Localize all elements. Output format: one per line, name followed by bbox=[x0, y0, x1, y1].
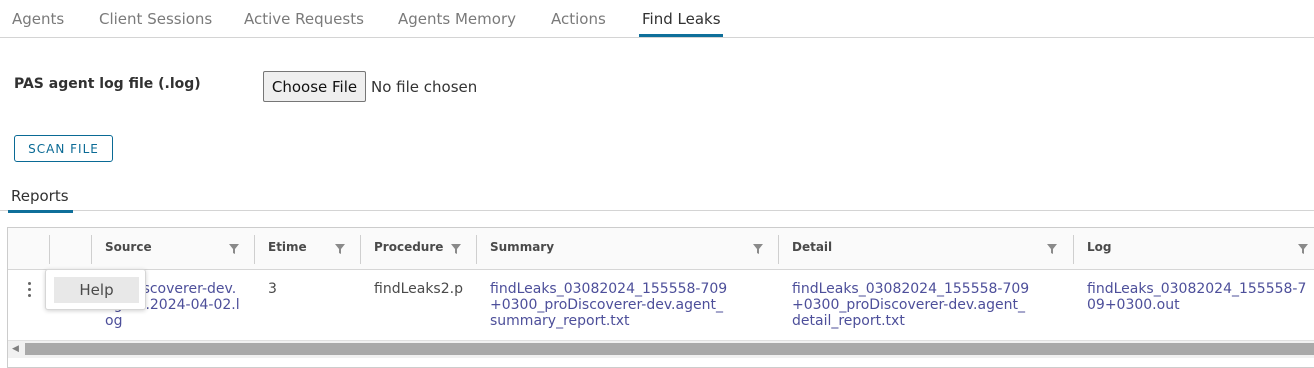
tab-reports[interactable]: Reports bbox=[11, 187, 69, 205]
tab-agents-memory[interactable]: Agents Memory bbox=[398, 10, 516, 28]
filter-icon[interactable] bbox=[753, 244, 763, 254]
filter-icon[interactable] bbox=[1298, 244, 1308, 254]
choose-file-button[interactable]: Choose File bbox=[263, 71, 366, 102]
filter-icon[interactable] bbox=[229, 244, 239, 254]
filter-icon[interactable] bbox=[451, 244, 461, 254]
reports-tabs-divider bbox=[0, 210, 1314, 211]
header-cell-summary[interactable]: Summary bbox=[476, 228, 778, 269]
tab-client-sessions[interactable]: Client Sessions bbox=[99, 10, 212, 28]
row-actions-kebab-icon[interactable] bbox=[28, 282, 32, 300]
header-cell-detail[interactable]: Detail bbox=[778, 228, 1073, 269]
tab-agents[interactable]: Agents bbox=[12, 10, 64, 28]
header-source-label: Source bbox=[105, 240, 152, 254]
horizontal-scrollbar[interactable]: ◀ bbox=[8, 340, 1314, 358]
tab-find-leaks[interactable]: Find Leaks bbox=[642, 10, 721, 28]
grid-header: Source Etime Procedure Summary Detail Lo… bbox=[8, 228, 1314, 270]
filter-icon[interactable] bbox=[335, 244, 345, 254]
log-file-label: PAS agent log file (.log) bbox=[14, 76, 201, 92]
reports-tab-indicator bbox=[8, 210, 73, 213]
header-summary-label: Summary bbox=[490, 240, 555, 254]
scroll-left-icon[interactable]: ◀ bbox=[12, 344, 19, 354]
header-cell-etime[interactable]: Etime bbox=[254, 228, 360, 269]
cell-log-link[interactable]: findLeaks_03082024_155558-709+0300.out bbox=[1087, 281, 1307, 313]
table-row: proDiscoverer-dev.agent.2024-04-02.log 3… bbox=[8, 270, 1314, 340]
header-procedure-label: Procedure bbox=[374, 240, 444, 254]
active-tab-indicator bbox=[639, 34, 723, 37]
cell-procedure: findLeaks2.p bbox=[374, 281, 463, 297]
header-cell-procedure[interactable]: Procedure bbox=[360, 228, 476, 269]
header-cell-log[interactable]: Log bbox=[1073, 228, 1314, 269]
cell-summary-link[interactable]: findLeaks_03082024_155558-709+0300_proDi… bbox=[490, 281, 730, 329]
reports-grid: Source Etime Procedure Summary Detail Lo… bbox=[7, 227, 1314, 368]
header-cell-source[interactable]: Source bbox=[91, 228, 254, 269]
scrollbar-thumb[interactable] bbox=[25, 343, 1314, 355]
header-log-label: Log bbox=[1087, 240, 1112, 254]
cell-etime: 3 bbox=[268, 281, 277, 297]
menu-item-help[interactable]: Help bbox=[54, 277, 139, 303]
cell-detail-link[interactable]: findLeaks_03082024_155558-709+0300_proDi… bbox=[792, 281, 1032, 329]
header-etime-label: Etime bbox=[268, 240, 307, 254]
row-actions-menu: Help bbox=[45, 269, 146, 310]
main-tabs: Agents Client Sessions Active Requests A… bbox=[0, 0, 1314, 38]
tab-actions[interactable]: Actions bbox=[551, 10, 606, 28]
header-detail-label: Detail bbox=[792, 240, 833, 254]
scan-file-button[interactable]: SCAN FILE bbox=[14, 135, 113, 162]
file-status-text: No file chosen bbox=[371, 78, 478, 96]
header-cell-actions bbox=[49, 228, 91, 269]
filter-icon[interactable] bbox=[1047, 244, 1057, 254]
tab-active-requests[interactable]: Active Requests bbox=[244, 10, 364, 28]
